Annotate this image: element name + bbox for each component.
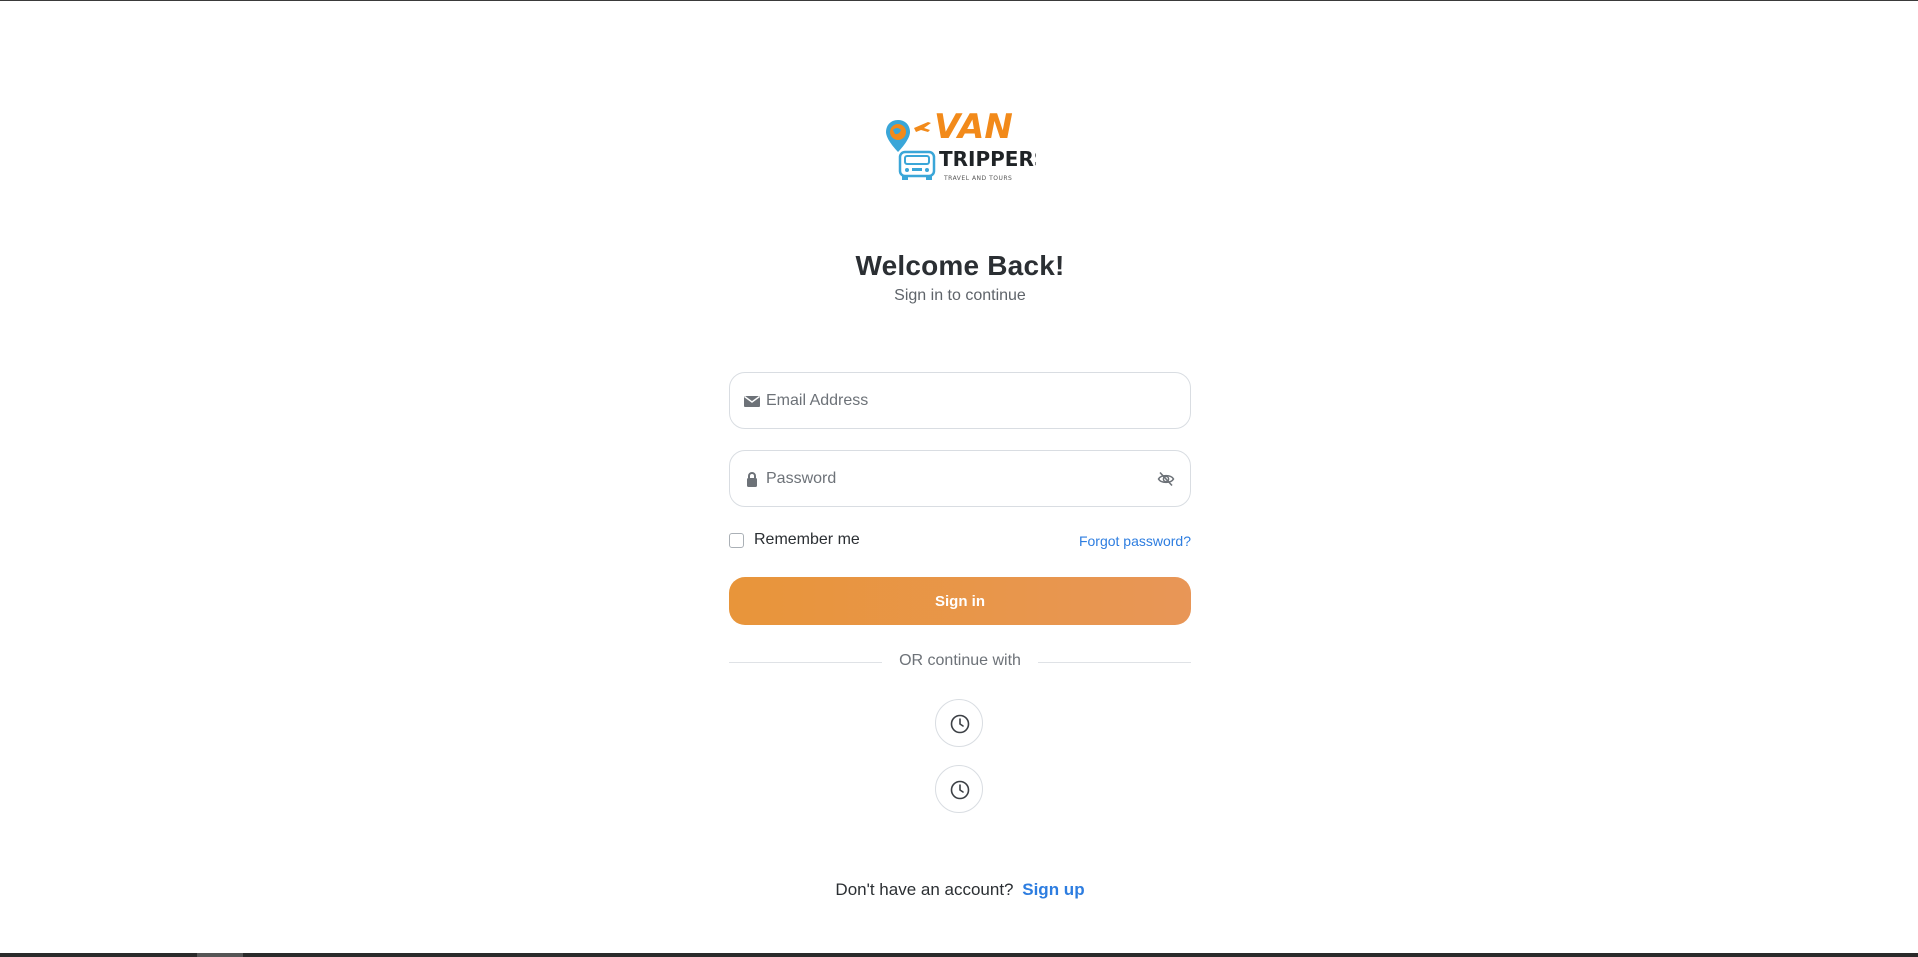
page-subtitle: Sign in to continue (894, 287, 1026, 304)
bottom-border (0, 953, 1918, 957)
eye-off-icon[interactable] (1157, 470, 1175, 488)
social-login-button-2[interactable] (935, 765, 983, 813)
remember-label: Remember me (754, 531, 860, 548)
signup-prompt-text: Don't have an account? (835, 880, 1014, 899)
or-divider-label: OR continue with (899, 652, 1021, 669)
logo-text-van: VAN (934, 108, 1013, 147)
remember-me[interactable]: Remember me (729, 530, 860, 550)
sign-in-button[interactable]: Sign in (729, 577, 1191, 625)
bottom-border-segment (197, 953, 243, 957)
envelope-icon (743, 392, 761, 410)
divider-line-right (1038, 662, 1191, 663)
lock-icon (743, 470, 761, 488)
clock-icon (950, 780, 970, 800)
login-panel: VAN TRIPPERS TRAVEL AND TOURS Welcome Ba… (729, 0, 1191, 953)
logo-tagline: TRAVEL AND TOURS (943, 175, 1012, 182)
signup-prompt: Don't have an account? Sign up (729, 880, 1191, 900)
clock-icon (950, 714, 970, 734)
password-input[interactable] (766, 451, 1146, 506)
page-title: Welcome Back! (855, 250, 1065, 281)
forgot-password-link[interactable]: Forgot password? (1079, 533, 1191, 549)
email-input[interactable] (766, 373, 1146, 428)
van-trippers-logo: VAN TRIPPERS TRAVEL AND TOURS (884, 108, 1036, 192)
or-divider: OR continue with (729, 652, 1191, 672)
sign-up-link[interactable]: Sign up (1022, 880, 1084, 899)
email-field[interactable] (729, 372, 1191, 429)
logo-text-trippers: TRIPPERS (939, 147, 1036, 171)
password-field[interactable] (729, 450, 1191, 507)
social-login-button-1[interactable] (935, 699, 983, 747)
remember-checkbox[interactable] (729, 532, 744, 548)
